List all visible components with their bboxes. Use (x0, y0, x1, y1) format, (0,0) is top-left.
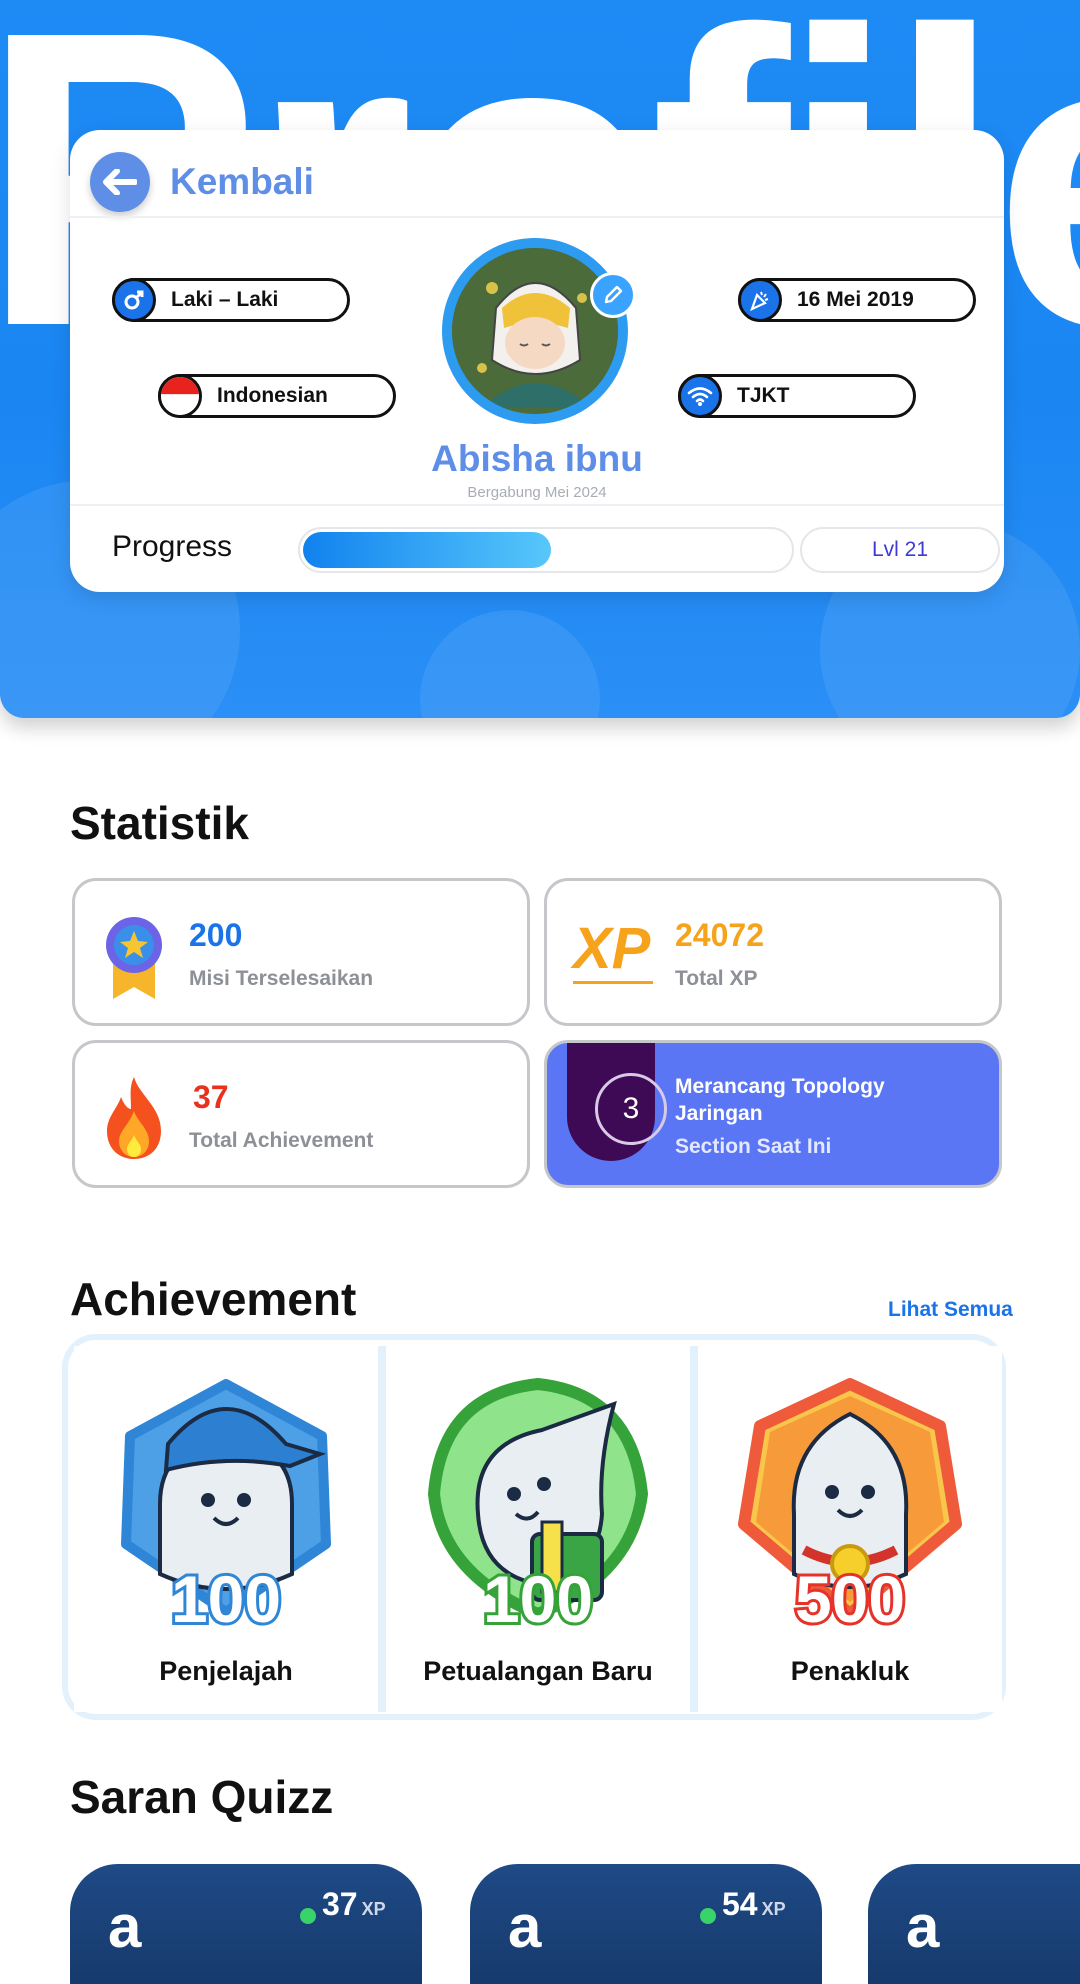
section-title: Merancang Topology Jaringan (675, 1075, 885, 1125)
quiz-card[interactable]: a 54 XP (470, 1864, 822, 1984)
party-popper-icon (738, 278, 782, 322)
profile-hero: Profile Kembali Laki – Laki Indonesian (0, 0, 1080, 718)
achievement-item[interactable]: 500 Penakluk (698, 1346, 1002, 1712)
achievement-item[interactable]: 100 Petualangan Baru (386, 1346, 690, 1712)
quiz-letter: a (508, 1893, 542, 1960)
user-name: Abisha ibnu (431, 438, 643, 479)
status-dot (300, 1908, 316, 1924)
achievements-label: Total Achievement (189, 1129, 374, 1152)
achievement-name: Petualangan Baru (423, 1656, 653, 1686)
missions-label: Misi Terselesaikan (189, 967, 374, 990)
quiz-xp: 37 XP (322, 1886, 386, 1922)
quiz-letter: a (108, 1893, 142, 1960)
progress-label: Progress (112, 530, 233, 563)
current-section-card[interactable]: 3 Merancang Topology Jaringan Section Sa… (544, 1040, 1002, 1188)
back-label: Kembali (170, 161, 314, 202)
arrow-left-icon (90, 152, 150, 212)
progress-fill (303, 532, 551, 568)
male-symbol-icon (112, 278, 156, 322)
major-pill: TJKT (678, 374, 916, 418)
svg-text:100: 100 (171, 1562, 281, 1634)
achievement-name: Penakluk (790, 1656, 910, 1686)
explorer-badge-icon: 100 (121, 1379, 331, 1634)
section-ribbon: 3 (567, 1043, 667, 1161)
stat-missions: 200 Misi Terselesaikan (72, 878, 530, 1026)
stat-achievements: 37 Total Achievement (72, 1040, 530, 1188)
xp-label: Total XP (675, 967, 758, 990)
birthdate-pill: 16 Mei 2019 (738, 278, 976, 322)
stat-xp: XP 24072 Total XP (544, 878, 1002, 1026)
section-label: Section Saat Ini (675, 1135, 832, 1158)
level-badge: Lvl 21 (800, 527, 1000, 573)
svg-text:500: 500 (795, 1562, 905, 1634)
missions-count: 200 (189, 917, 243, 953)
conqueror-badge-icon: 500 (738, 1378, 962, 1634)
major-text: TJKT (737, 384, 790, 407)
achievement-title: Achievement (70, 1273, 357, 1325)
see-all-link[interactable]: Lihat Semua (888, 1298, 1013, 1322)
back-button[interactable]: Kembali (90, 152, 314, 212)
divider (690, 1346, 698, 1712)
section-number: 3 (595, 1073, 667, 1145)
achievement-name: Penjelajah (159, 1656, 293, 1686)
statistik-title: Statistik (70, 797, 249, 849)
xp-count: 24072 (675, 917, 764, 953)
gender-pill: Laki – Laki (112, 278, 350, 322)
nationality-pill: Indonesian (158, 374, 396, 418)
nationality-text: Indonesian (217, 384, 328, 407)
quiz-xp: 54 XP (722, 1886, 786, 1922)
join-date: Bergabung Mei 2024 (467, 484, 607, 501)
divider (70, 216, 1004, 218)
achievement-list: 100 Penjelajah 100 Petualangan Baru 500 … (62, 1334, 1006, 1720)
status-dot (700, 1908, 716, 1924)
edit-avatar-button[interactable] (590, 272, 636, 318)
fire-icon (99, 1073, 169, 1163)
decor-circle (420, 610, 600, 718)
medal-icon (99, 911, 169, 1001)
avatar-image (452, 248, 618, 414)
pencil-icon (604, 285, 623, 304)
divider (378, 1346, 386, 1712)
quiz-letter: a (906, 1893, 940, 1960)
saran-quizz-title: Saran Quizz (70, 1771, 334, 1823)
birthdate-text: 16 Mei 2019 (797, 288, 914, 311)
achievements-count: 37 (193, 1079, 229, 1115)
achievement-item[interactable]: 100 Penjelajah (74, 1346, 378, 1712)
xp-icon: XP (573, 919, 657, 1009)
quiz-card[interactable]: a 37 XP (70, 1864, 422, 1984)
gender-text: Laki – Laki (171, 288, 279, 311)
quiz-card[interactable]: a (868, 1864, 1080, 1984)
new-adventure-badge-icon: 100 (427, 1377, 649, 1634)
progress-bar (298, 527, 794, 573)
indonesia-flag-icon (158, 374, 202, 418)
profile-card: Kembali Laki – Laki Indonesian 16 Mei 20… (70, 130, 1004, 592)
avatar[interactable] (442, 238, 628, 424)
wifi-icon (678, 374, 722, 418)
divider (70, 504, 1004, 506)
svg-text:100: 100 (483, 1562, 593, 1634)
